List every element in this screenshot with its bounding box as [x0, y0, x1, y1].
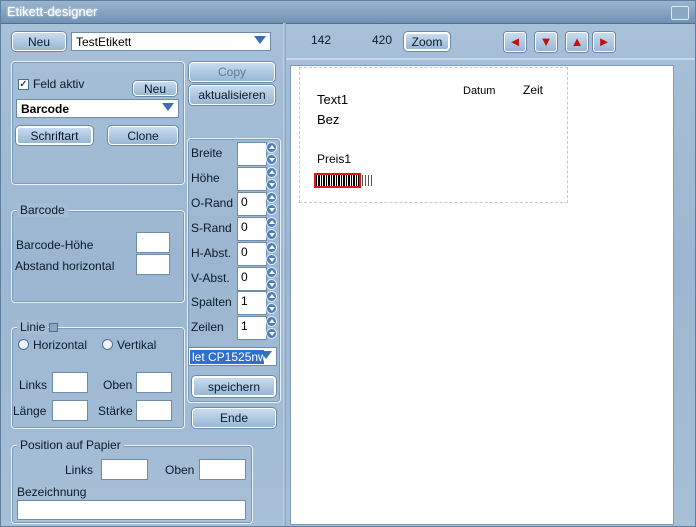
line-top-field[interactable] [136, 372, 172, 393]
v-spacing-label: V-Abst. [191, 271, 230, 285]
canvas-preis[interactable]: Preis1 [317, 152, 351, 166]
chevron-down-icon[interactable] [162, 103, 174, 111]
rows-label: Zeilen [191, 320, 224, 334]
line-length-field[interactable] [52, 400, 88, 421]
printer-value: let CP1525nw [190, 350, 264, 364]
width-field[interactable] [237, 142, 267, 166]
field-type-combo[interactable]: Barcode [16, 99, 179, 118]
app-window: Etikett-designer Neu TestEtikett ✓ Feld … [0, 0, 696, 527]
line-left-field[interactable] [52, 372, 88, 393]
side-margin-field[interactable]: 0 [237, 217, 267, 241]
canvas-zeit[interactable]: Zeit [523, 83, 543, 97]
copy-button[interactable]: Copy [189, 62, 275, 82]
height-field[interactable] [237, 167, 267, 191]
canvas-text1[interactable]: Text1 [317, 92, 348, 107]
line-thickness-field[interactable] [136, 400, 172, 421]
refresh-button[interactable]: aktualisieren [189, 85, 275, 105]
position-left-field[interactable] [101, 459, 148, 480]
canvas-bez[interactable]: Bez [317, 112, 339, 127]
top-margin-field[interactable]: 0 [237, 192, 267, 216]
horizontal-label: Horizontal [33, 338, 88, 352]
coord-y-readout: 420 [372, 33, 393, 47]
position-top-label: Oben [165, 463, 195, 477]
h-spacing-field[interactable]: 0 [237, 242, 267, 266]
new-label-button[interactable]: Neu [12, 32, 66, 51]
window-control-button[interactable] [671, 6, 689, 20]
field-active-checkbox[interactable]: ✓ [18, 79, 29, 90]
printer-combo[interactable]: let CP1525nw [188, 347, 277, 366]
vertical-divider [283, 23, 286, 526]
horizontal-radio[interactable] [18, 339, 29, 350]
position-left-label: Links [65, 463, 94, 477]
barcode-height-label: Barcode-Höhe [16, 238, 94, 252]
canvas-barcode[interactable] [314, 173, 361, 188]
width-stepper[interactable] [265, 142, 279, 166]
height-label: Höhe [191, 171, 220, 185]
top-margin-stepper[interactable] [265, 192, 279, 216]
rows-stepper[interactable] [265, 316, 279, 340]
position-top-field[interactable] [199, 459, 246, 480]
barcode-height-field[interactable] [136, 232, 170, 253]
arrow-up-icon[interactable]: ▲ [566, 32, 588, 52]
columns-label: Spalten [191, 295, 232, 309]
end-button[interactable]: Ende [192, 408, 276, 428]
vertical-radio[interactable] [102, 339, 113, 350]
description-label: Bezeichnung [17, 485, 87, 499]
arrow-right-icon[interactable]: ► [593, 32, 615, 52]
columns-stepper[interactable] [265, 291, 279, 315]
position-panel-legend: Position auf Papier [17, 438, 124, 452]
toolbar-divider [286, 58, 695, 60]
vertical-label: Vertikal [117, 338, 157, 352]
line-panel-legend: Linie [17, 320, 49, 334]
title-bar: Etikett-designer [1, 1, 695, 24]
field-type-value: Barcode [21, 102, 70, 116]
side-margin-label: S-Rand [191, 221, 232, 235]
top-margin-label: O-Rand [191, 196, 234, 210]
chevron-down-icon[interactable] [260, 351, 272, 359]
v-spacing-field[interactable]: 0 [237, 267, 267, 291]
height-stepper[interactable] [265, 167, 279, 191]
line-left-label: Links [19, 378, 48, 392]
label-name-value: TestEtikett [76, 35, 132, 49]
width-label: Breite [191, 146, 223, 160]
line-top-label: Oben [103, 378, 133, 392]
barcode-spacing-label: Abstand horizontal [15, 259, 115, 273]
chevron-down-icon[interactable] [254, 36, 266, 44]
field-active-label: Feld aktiv [33, 77, 85, 91]
line-enable-checkbox[interactable] [49, 323, 58, 332]
description-field[interactable] [17, 500, 246, 520]
v-spacing-stepper[interactable] [265, 267, 279, 291]
columns-field[interactable]: 1 [237, 291, 267, 315]
barcode-panel-legend: Barcode [17, 203, 68, 217]
canvas-datum[interactable]: Datum [463, 85, 495, 97]
window-title: Etikett-designer [7, 4, 98, 19]
arrow-down-icon[interactable]: ▼ [535, 32, 557, 52]
rows-field[interactable]: 1 [237, 316, 267, 340]
h-spacing-label: H-Abst. [191, 246, 232, 260]
coord-x-readout: 142 [311, 33, 332, 47]
label-name-combo[interactable]: TestEtikett [71, 32, 271, 51]
zoom-button[interactable]: Zoom [404, 32, 450, 51]
h-spacing-stepper[interactable] [265, 242, 279, 266]
save-button[interactable]: speichern [192, 376, 276, 397]
barcode-tail [362, 175, 374, 186]
barcode-spacing-field[interactable] [136, 254, 170, 275]
font-button[interactable]: Schriftart [16, 126, 93, 145]
clone-button[interactable]: Clone [108, 126, 178, 145]
line-length-label: Länge [13, 404, 47, 418]
new-field-button[interactable]: Neu [133, 81, 177, 96]
line-thickness-label: Stärke [98, 404, 133, 418]
arrow-left-icon[interactable]: ◄ [504, 32, 526, 52]
side-margin-stepper[interactable] [265, 217, 279, 241]
